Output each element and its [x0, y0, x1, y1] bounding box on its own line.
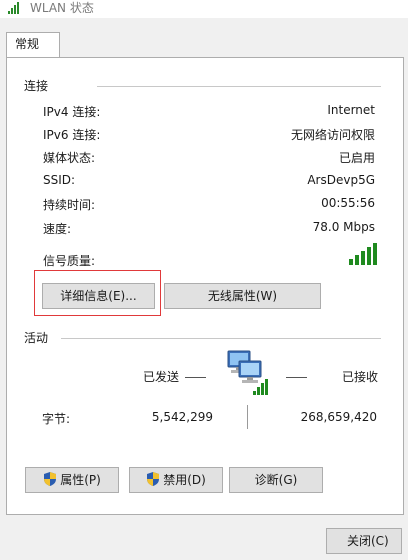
media-state-value: 已启用: [338, 151, 375, 165]
connection-divider: [97, 86, 381, 87]
signal-strength-icon: [349, 243, 377, 265]
wireless-properties-button[interactable]: 无线属性(W): [164, 283, 321, 309]
speed-value: 78.0 Mbps: [312, 220, 375, 234]
disable-button-label: 禁用(D): [163, 473, 206, 487]
ipv6-value: 无网络访问权限: [290, 128, 375, 142]
tab-strip: 常规: [0, 18, 408, 58]
connection-section-label: 连接: [24, 79, 49, 93]
bytes-label: 字节:: [42, 412, 71, 426]
window-title: WLAN 状态: [30, 1, 94, 15]
wifi-signal-icon: [8, 2, 19, 14]
disable-button[interactable]: 禁用(D): [129, 467, 223, 493]
received-dash: [286, 377, 307, 378]
signal-quality-label: 信号质量:: [43, 254, 96, 268]
close-button[interactable]: 关闭(C): [326, 528, 402, 554]
uac-shield-icon: [147, 472, 160, 486]
properties-button-label: 属性(P): [60, 473, 101, 487]
activity-section-label: 活动: [24, 331, 49, 345]
properties-button[interactable]: 属性(P): [25, 467, 119, 493]
sent-label: 已发送: [143, 370, 180, 384]
media-state-label: 媒体状态:: [43, 151, 96, 165]
duration-label: 持续时间:: [43, 198, 96, 212]
signal-bar: [355, 255, 359, 265]
general-panel: 连接 IPv4 连接: Internet IPv6 连接: 无网络访问权限 媒体…: [6, 57, 404, 515]
signal-bar: [367, 247, 371, 265]
activity-divider: [61, 338, 381, 339]
ssid-label: SSID:: [43, 173, 76, 187]
ipv4-value: Internet: [327, 103, 375, 117]
signal-bar: [349, 259, 353, 265]
signal-bar: [373, 243, 377, 265]
ipv4-label: IPv4 连接:: [43, 105, 101, 119]
ipv6-label: IPv6 连接:: [43, 128, 101, 142]
speed-label: 速度:: [43, 222, 72, 236]
bytes-sent-value: 5,542,299: [151, 410, 213, 424]
received-label: 已接收: [342, 370, 379, 384]
bytes-divider: [247, 405, 248, 429]
tab-general[interactable]: 常规: [6, 32, 60, 58]
uac-shield-icon: [44, 472, 57, 486]
network-computers-icon: [227, 350, 268, 395]
duration-value: 00:55:56: [321, 196, 375, 210]
ssid-value: ArsDevp5G: [307, 173, 375, 187]
sent-dash: [185, 377, 206, 378]
title-bar: WLAN 状态: [0, 0, 408, 18]
signal-bar: [361, 251, 365, 265]
details-button[interactable]: 详细信息(E)...: [42, 283, 155, 309]
diagnose-button[interactable]: 诊断(G): [229, 467, 323, 493]
bytes-received-value: 268,659,420: [300, 410, 377, 424]
